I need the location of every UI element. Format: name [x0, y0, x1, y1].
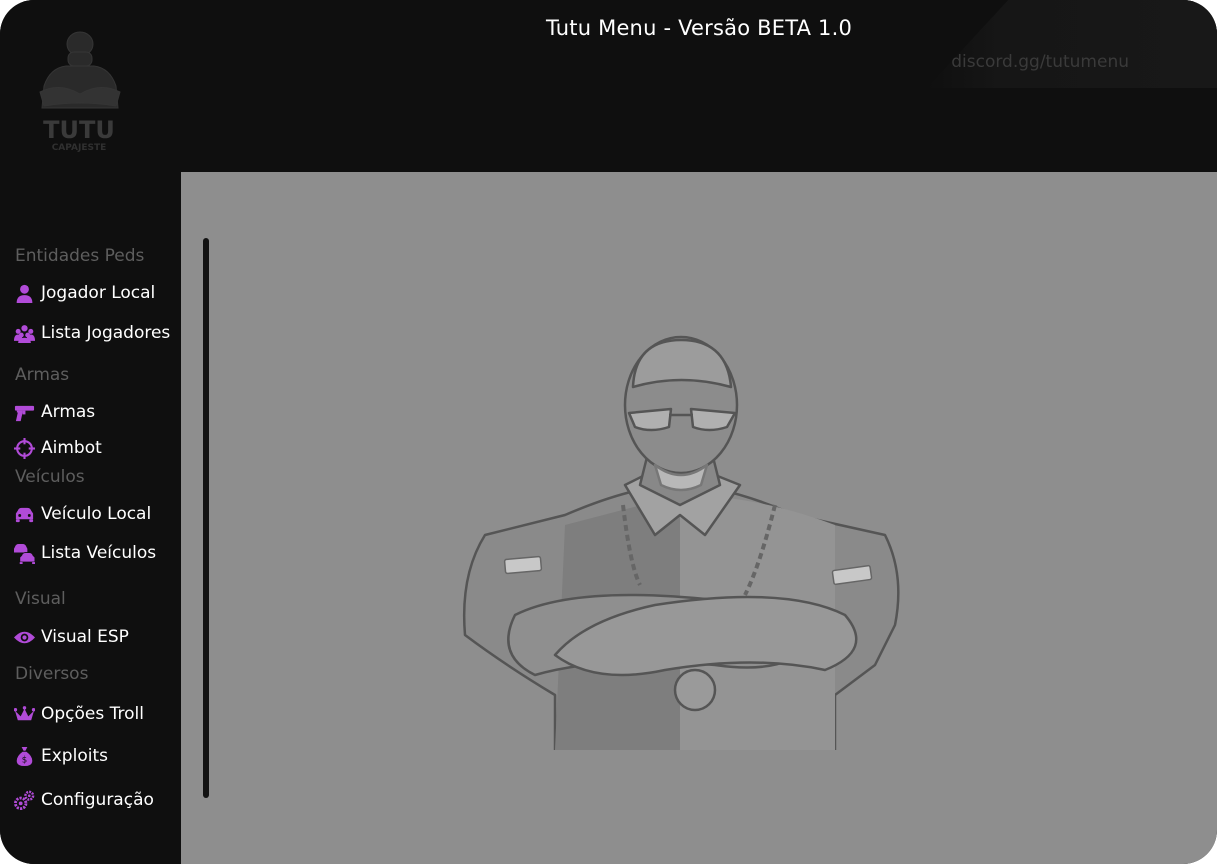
gun-icon [13, 401, 35, 423]
sidebar: TUTU CAPAJESTE Entidades Peds Armas Veíc… [0, 0, 181, 864]
window-title: Tutu Menu - Versão BETA 1.0 [545, 16, 853, 40]
sidebar-item-exploits[interactable]: $ Exploits [13, 743, 108, 769]
sidebar-item-configuracao[interactable]: Configuração [13, 787, 154, 813]
sidebar-item-armas[interactable]: Armas [13, 399, 95, 425]
sidebar-item-jogador-local[interactable]: Jogador Local [13, 280, 155, 306]
sidebar-item-lista-jogadores[interactable]: Lista Jogadores [13, 320, 170, 346]
sidebar-item-label: Exploits [41, 746, 108, 766]
logo-text: TUTU [43, 116, 115, 144]
logo-subtext: CAPAJESTE [52, 143, 107, 153]
money-bag-icon: $ [13, 745, 35, 767]
jester-hat-icon [13, 703, 35, 725]
section-diversos: Diversos [15, 664, 89, 684]
sidebar-item-label: Opções Troll [41, 704, 144, 724]
sidebar-item-aimbot[interactable]: Aimbot [13, 435, 102, 461]
sidebar-item-veiculo-local[interactable]: Veículo Local [13, 501, 151, 527]
sidebar-item-label: Armas [41, 402, 96, 422]
sidebar-item-label: Lista Veículos [41, 543, 157, 563]
discord-link[interactable]: discord.gg/tutumenu [951, 52, 1129, 72]
tutu-logo: TUTU CAPAJESTE [39, 31, 121, 153]
cars-icon [13, 542, 35, 564]
crosshair-icon [13, 437, 35, 459]
section-entidades-peds: Entidades Peds [15, 246, 145, 266]
sidebar-item-visual-esp[interactable]: Visual ESP [13, 624, 129, 650]
sidebar-item-label: Aimbot [41, 438, 102, 458]
scrollbar[interactable] [203, 238, 209, 798]
users-icon [13, 322, 35, 344]
gears-icon [13, 789, 35, 811]
svg-text:$: $ [21, 755, 26, 765]
sidebar-item-label: Lista Jogadores [41, 323, 171, 343]
header-decoration [927, 0, 1217, 88]
menu-window: TUTU CAPAJESTE Entidades Peds Armas Veíc… [0, 0, 1217, 864]
sidebar-item-label: Configuração [41, 790, 154, 810]
user-icon [13, 282, 35, 304]
character-artwork [462, 335, 900, 750]
section-veiculos: Veículos [15, 467, 85, 487]
sidebar-item-label: Visual ESP [41, 627, 129, 647]
section-visual: Visual [15, 589, 66, 609]
sidebar-item-opcoes-troll[interactable]: Opções Troll [13, 701, 144, 727]
car-icon [13, 503, 35, 525]
sidebar-item-label: Jogador Local [41, 283, 156, 303]
sidebar-item-label: Veículo Local [41, 504, 152, 524]
sidebar-item-lista-veiculos[interactable]: Lista Veículos [13, 540, 156, 566]
eye-icon [13, 626, 35, 648]
header-bar: Tutu Menu - Versão BETA 1.0 discord.gg/t… [181, 0, 1217, 172]
section-armas: Armas [15, 365, 70, 385]
